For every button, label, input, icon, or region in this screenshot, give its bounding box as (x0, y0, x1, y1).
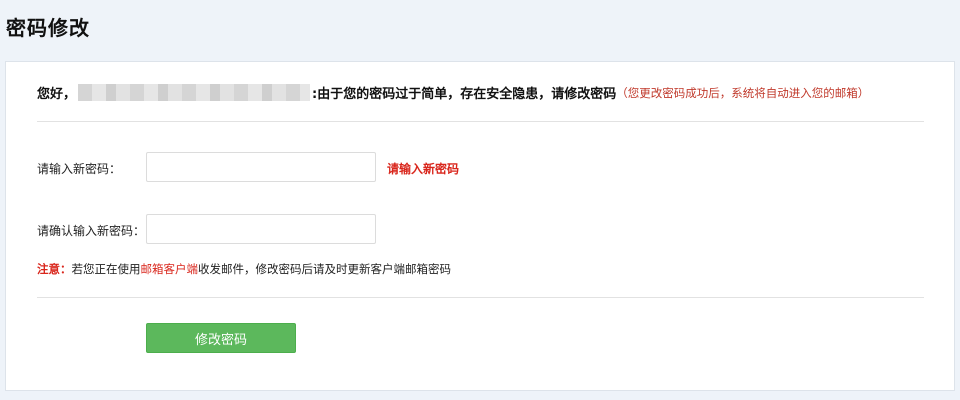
divider-bottom (37, 297, 924, 298)
new-password-error: 请输入新密码 (387, 162, 460, 176)
notice-label: 注意： (37, 262, 72, 276)
notice-text-after: 收发邮件，修改密码后请及时更新客户端邮箱密码 (198, 262, 451, 276)
greeting-hint: （您更改密码成功后，系统将自动进入您的邮箱） (616, 85, 870, 100)
notice-text-before: 若您正在使用 (71, 262, 141, 276)
confirm-password-label: 请确认输入新密码： (37, 224, 146, 238)
divider-top (37, 121, 924, 122)
page-title: 密码修改 (6, 16, 90, 40)
new-password-label: 请输入新密码： (37, 162, 122, 176)
confirm-password-input[interactable] (146, 214, 376, 244)
notice-highlight: 邮箱客户端 (140, 262, 199, 276)
greeting-prefix: 您好， (37, 87, 77, 102)
change-password-button[interactable]: 修改密码 (146, 323, 296, 353)
redacted-username (78, 84, 311, 101)
greeting-message: :由于您的密码过于简单，存在安全隐患，请修改密码 (312, 87, 617, 102)
notice-line: 注意：若您正在使用邮箱客户端收发邮件，修改密码后请及时更新客户端邮箱密码 (37, 261, 451, 277)
new-password-input[interactable] (146, 152, 376, 182)
greeting-line: 您好， :由于您的密码过于简单，存在安全隐患，请修改密码 （您更改密码成功后，系… (37, 83, 869, 102)
password-change-panel: 您好， :由于您的密码过于简单，存在安全隐患，请修改密码 （您更改密码成功后，系… (5, 61, 955, 391)
